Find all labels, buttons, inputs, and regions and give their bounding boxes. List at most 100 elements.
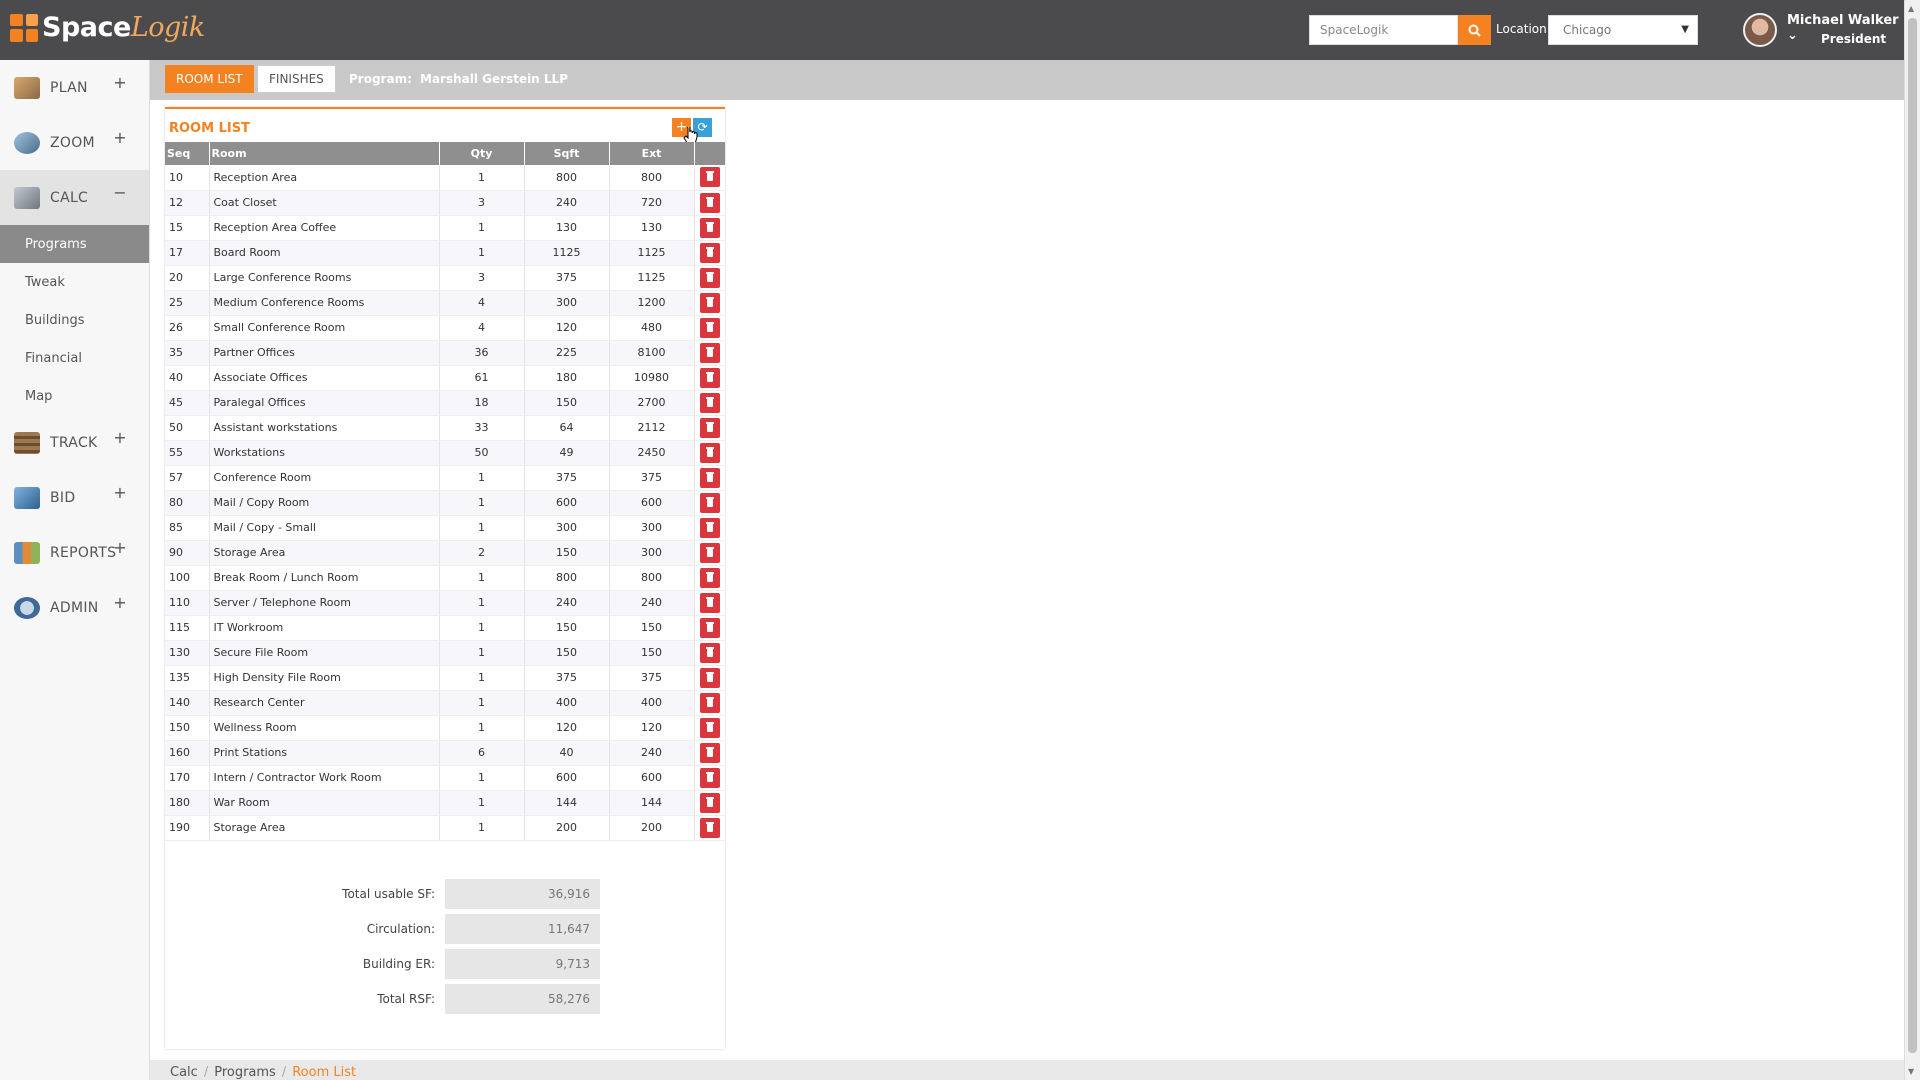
qty-cell[interactable]: 1 [439,465,525,491]
ext-cell[interactable]: 2700 [609,390,695,416]
seq-cell[interactable]: 80 [165,490,210,516]
scroll-up-arrow-icon[interactable]: ▲ [1908,4,1914,13]
page-scrollbar[interactable]: ▲ ▼ [1904,0,1920,1080]
ext-cell[interactable]: 600 [609,765,695,791]
expand-icon[interactable]: + [113,128,127,147]
sidebar-item-bid[interactable]: BID + [0,470,149,525]
ext-cell[interactable]: 375 [609,465,695,491]
seq-cell[interactable]: 190 [165,815,210,841]
qty-cell[interactable]: 4 [439,315,525,341]
trash-icon[interactable] [699,517,720,538]
location-select[interactable]: Chicago ▼ [1548,15,1698,45]
sidebar-item-track[interactable]: TRACK + [0,415,149,470]
seq-cell[interactable]: 90 [165,540,210,566]
room-name-cell[interactable]: Storage Area [209,815,440,841]
room-name-cell[interactable]: IT Workroom [209,615,440,641]
ext-cell[interactable]: 800 [609,565,695,591]
ext-cell[interactable]: 10980 [609,365,695,391]
sidebar-item-calc[interactable]: CALC − [0,170,149,225]
sqft-cell[interactable]: 375 [524,665,610,691]
scrollbar-thumb[interactable] [1908,18,1917,1053]
seq-cell[interactable]: 135 [165,665,210,691]
table-row[interactable]: 12 Coat Closet 3 240 720 [165,190,725,216]
table-row[interactable]: 57 Conference Room 1 375 375 [165,465,725,491]
table-row[interactable]: 135 High Density File Room 1 375 375 [165,665,725,691]
room-name-cell[interactable]: Paralegal Offices [209,390,440,416]
trash-icon[interactable] [699,292,720,313]
sqft-cell[interactable]: 800 [524,165,610,191]
table-row[interactable]: 15 Reception Area Coffee 1 130 130 [165,215,725,241]
qty-cell[interactable]: 1 [439,240,525,266]
seq-cell[interactable]: 55 [165,440,210,466]
seq-cell[interactable]: 170 [165,765,210,791]
qty-cell[interactable]: 6 [439,740,525,766]
sqft-cell[interactable]: 300 [524,290,610,316]
trash-icon[interactable] [699,217,720,238]
sqft-cell[interactable]: 130 [524,215,610,241]
ext-cell[interactable]: 300 [609,515,695,541]
sqft-cell[interactable]: 120 [524,715,610,741]
seq-cell[interactable]: 40 [165,365,210,391]
room-name-cell[interactable]: War Room [209,790,440,816]
ext-cell[interactable]: 2112 [609,415,695,441]
trash-icon[interactable] [699,342,720,363]
table-row[interactable]: 90 Storage Area 2 150 300 [165,540,725,566]
qty-cell[interactable]: 3 [439,265,525,291]
table-row[interactable]: 26 Small Conference Room 4 120 480 [165,315,725,341]
trash-icon[interactable] [699,242,720,263]
ext-cell[interactable]: 240 [609,590,695,616]
qty-cell[interactable]: 1 [439,815,525,841]
room-name-cell[interactable]: Coat Closet [209,190,440,216]
expand-icon[interactable]: + [113,73,127,92]
trash-icon[interactable] [699,792,720,813]
qty-cell[interactable]: 1 [439,515,525,541]
trash-icon[interactable] [699,717,720,738]
seq-cell[interactable]: 140 [165,690,210,716]
sqft-cell[interactable]: 40 [524,740,610,766]
seq-cell[interactable]: 35 [165,340,210,366]
column-header-qty[interactable]: Qty [439,142,525,165]
table-row[interactable]: 40 Associate Offices 61 180 10980 [165,365,725,391]
qty-cell[interactable]: 2 [439,540,525,566]
room-name-cell[interactable]: Assistant workstations [209,415,440,441]
column-header-sqft[interactable]: Sqft [524,142,610,165]
column-header-seq[interactable]: Seq [165,142,210,165]
qty-cell[interactable]: 1 [439,590,525,616]
sidebar-item-reports[interactable]: REPORTS + [0,525,149,580]
trash-icon[interactable] [699,167,720,188]
breadcrumb-programs[interactable]: Programs [214,1065,276,1080]
spacelogik-logo[interactable]: SpaceLogik [10,12,205,43]
table-row[interactable]: 100 Break Room / Lunch Room 1 800 800 [165,565,725,591]
ext-cell[interactable]: 1125 [609,265,695,291]
sidebar-subitem-financial[interactable]: Financial [0,339,149,377]
ext-cell[interactable]: 2450 [609,440,695,466]
table-row[interactable]: 115 IT Workroom 1 150 150 [165,615,725,641]
column-header-ext[interactable]: Ext [609,142,695,165]
seq-cell[interactable]: 160 [165,740,210,766]
room-name-cell[interactable]: Break Room / Lunch Room [209,565,440,591]
seq-cell[interactable]: 150 [165,715,210,741]
ext-cell[interactable]: 480 [609,315,695,341]
qty-cell[interactable]: 1 [439,640,525,666]
ext-cell[interactable]: 300 [609,540,695,566]
trash-icon[interactable] [699,642,720,663]
qty-cell[interactable]: 61 [439,365,525,391]
sidebar-item-admin[interactable]: ADMIN + [0,580,149,635]
qty-cell[interactable]: 1 [439,690,525,716]
seq-cell[interactable]: 20 [165,265,210,291]
trash-icon[interactable] [699,192,720,213]
sqft-cell[interactable]: 600 [524,765,610,791]
seq-cell[interactable]: 45 [165,390,210,416]
room-name-cell[interactable]: Board Room [209,240,440,266]
table-row[interactable]: 50 Assistant workstations 33 64 2112 [165,415,725,441]
trash-icon[interactable] [699,317,720,338]
seq-cell[interactable]: 12 [165,190,210,216]
sidebar-subitem-buildings[interactable]: Buildings [0,301,149,339]
ext-cell[interactable]: 8100 [609,340,695,366]
room-name-cell[interactable]: Conference Room [209,465,440,491]
trash-icon[interactable] [699,742,720,763]
table-row[interactable]: 170 Intern / Contractor Work Room 1 600 600 [165,765,725,791]
room-name-cell[interactable]: Small Conference Room [209,315,440,341]
seq-cell[interactable]: 110 [165,590,210,616]
expand-icon[interactable]: + [113,593,127,612]
